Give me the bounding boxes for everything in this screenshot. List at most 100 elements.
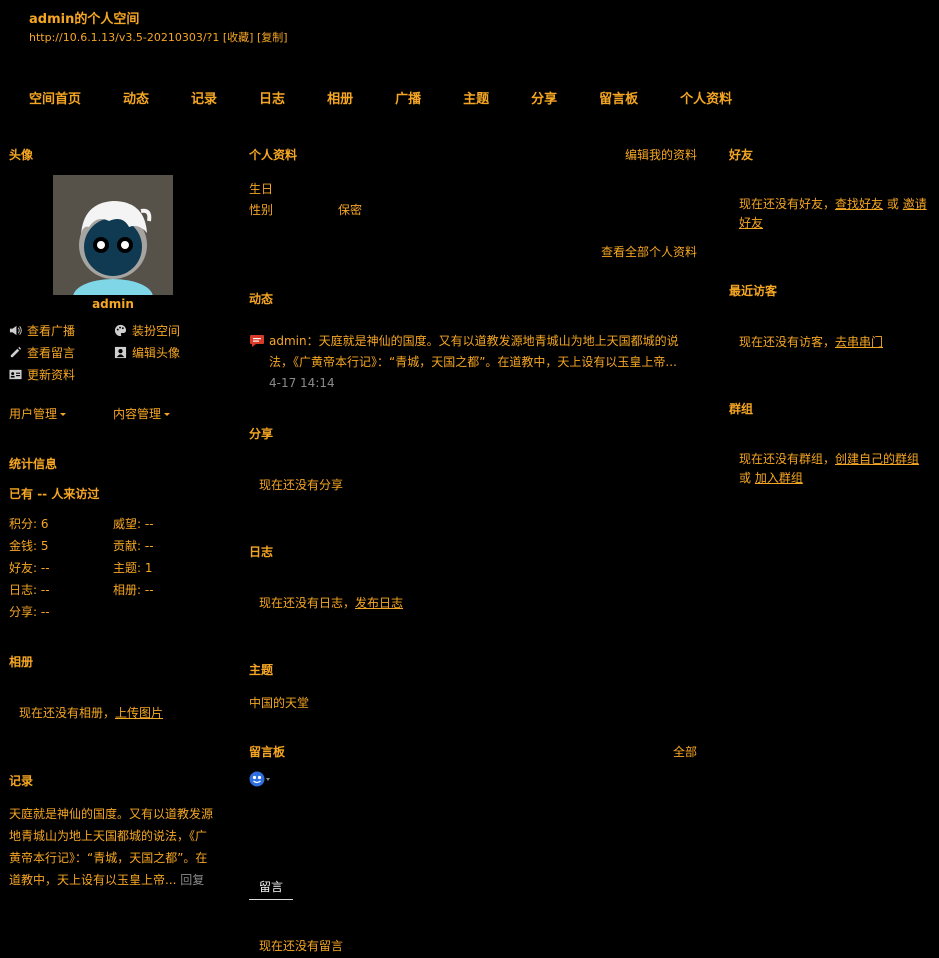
album-empty-text: 现在还没有相册， bbox=[19, 706, 116, 720]
profile-header: 个人资料 bbox=[249, 148, 298, 162]
speaker-icon bbox=[9, 325, 22, 336]
update-profile-action[interactable]: 更新资料 bbox=[9, 366, 75, 383]
share-header: 分享 bbox=[249, 427, 274, 441]
topic-header: 主题 bbox=[249, 663, 274, 677]
update-profile-label: 更新资料 bbox=[27, 368, 76, 382]
groups-empty-text: 现在还没有群组， bbox=[739, 452, 836, 466]
space-url-line: http://10.6.1.13/v3.5-20210303/?1 [收藏] [… bbox=[29, 29, 288, 45]
avatar-header: 头像 bbox=[9, 148, 34, 162]
user-manage-menu[interactable]: 用户管理 bbox=[9, 405, 67, 422]
space-nav: 空间首页 动态 记录 日志 相册 广播 主题 分享 留言板 个人资料 bbox=[29, 88, 774, 107]
visitors-suffix: 人来访过 bbox=[51, 487, 100, 501]
record-item: 天庭就是神仙的国度。又有以道教发源地青城山为地上天国都城的说法，《广黄帝本行记》… bbox=[9, 803, 216, 891]
visitors-prefix: 已有 bbox=[9, 487, 34, 501]
visitor-count-line: 已有 -- 人来访过 bbox=[9, 485, 99, 502]
post-blog-link[interactable]: 发布日志 bbox=[355, 596, 403, 610]
avatar[interactable] bbox=[53, 175, 173, 295]
feed-author[interactable]: admin bbox=[269, 334, 307, 348]
gender-label: 性别 bbox=[249, 203, 274, 217]
portrait-icon bbox=[114, 346, 127, 359]
nav-guestbook[interactable]: 留言板 bbox=[599, 88, 638, 107]
visitors-empty: 现在还没有访客，去串串门 bbox=[739, 333, 883, 350]
stat-value: -- bbox=[40, 605, 50, 619]
stat-label: 好友: bbox=[9, 561, 38, 575]
stat-label: 主题: bbox=[113, 561, 142, 575]
nav-record[interactable]: 记录 bbox=[191, 88, 217, 107]
avatar-image bbox=[53, 175, 173, 295]
edit-avatar-action[interactable]: 编辑头像 bbox=[114, 344, 180, 361]
blog-empty: 现在还没有日志，发布日志 bbox=[259, 594, 403, 611]
record-reply-link[interactable]: 回复 bbox=[180, 873, 204, 887]
find-friends-link[interactable]: 查找好友 bbox=[835, 197, 883, 211]
pencil-icon bbox=[10, 346, 22, 358]
emoji-picker[interactable] bbox=[249, 771, 270, 787]
stat-shares: 分享: -- bbox=[9, 603, 50, 620]
stat-label: 金钱: bbox=[9, 539, 38, 553]
space-title: admin的个人空间 bbox=[29, 12, 140, 27]
go-visit-link[interactable]: 去串串门 bbox=[835, 335, 883, 349]
create-group-link[interactable]: 创建自己的群组 bbox=[835, 452, 919, 466]
stat-value: -- bbox=[40, 561, 50, 575]
content-manage-menu[interactable]: 内容管理 bbox=[113, 405, 171, 422]
edit-avatar-label: 编辑头像 bbox=[132, 346, 181, 360]
friends-or: 或 bbox=[886, 197, 899, 211]
guestbook-all-link[interactable]: 全部 bbox=[673, 743, 697, 760]
stat-label: 威望: bbox=[113, 517, 142, 531]
nav-share[interactable]: 分享 bbox=[531, 88, 557, 107]
gender-value: 保密 bbox=[338, 203, 363, 217]
feed-time: 4-17 14:14 bbox=[269, 376, 335, 390]
guestbook-empty: 现在还没有留言 bbox=[259, 939, 344, 953]
avatar-username[interactable]: admin bbox=[53, 297, 173, 311]
comment-bubble-icon bbox=[250, 335, 264, 347]
feed-text: ：天庭就是神仙的国度。又有以道教发源地青城山为地上天国都城的说法，《广黄帝本行记… bbox=[269, 334, 679, 369]
album-empty: 现在还没有相册，上传图片 bbox=[19, 704, 163, 721]
copy-link[interactable]: [复制] bbox=[257, 31, 288, 44]
groups-or: 或 bbox=[739, 471, 752, 485]
nav-broadcast[interactable]: 广播 bbox=[395, 88, 421, 107]
nav-album[interactable]: 相册 bbox=[327, 88, 353, 107]
join-group-link[interactable]: 加入群组 bbox=[755, 471, 803, 485]
view-comments-label: 查看留言 bbox=[27, 346, 76, 360]
content-manage-label: 内容管理 bbox=[113, 407, 162, 421]
stats-header: 统计信息 bbox=[9, 457, 58, 471]
share-empty: 现在还没有分享 bbox=[259, 478, 344, 492]
dress-space-action[interactable]: 装扮空间 bbox=[114, 322, 180, 339]
nav-home[interactable]: 空间首页 bbox=[29, 88, 81, 107]
comment-tab[interactable]: 留言 bbox=[249, 873, 293, 900]
blog-header: 日志 bbox=[249, 545, 274, 559]
caret-down-icon bbox=[164, 413, 171, 416]
stat-value: -- bbox=[40, 583, 50, 597]
stat-prestige: 威望: -- bbox=[113, 515, 154, 532]
blog-empty-text: 现在还没有日志， bbox=[259, 596, 356, 610]
view-all-profile-link[interactable]: 查看全部个人资料 bbox=[601, 243, 697, 260]
topic-item[interactable]: 中国的天堂 bbox=[249, 694, 309, 711]
nav-topic[interactable]: 主题 bbox=[463, 88, 489, 107]
favorite-link[interactable]: [收藏] bbox=[223, 31, 254, 44]
upload-photo-link[interactable]: 上传图片 bbox=[115, 706, 163, 720]
groups-header: 群组 bbox=[729, 402, 754, 416]
visitors-value: -- bbox=[37, 487, 48, 501]
friends-header: 好友 bbox=[729, 148, 754, 162]
view-broadcast-action[interactable]: 查看广播 bbox=[9, 322, 75, 339]
nav-blog[interactable]: 日志 bbox=[259, 88, 285, 107]
nav-profile[interactable]: 个人资料 bbox=[680, 88, 732, 107]
id-card-icon bbox=[9, 369, 22, 380]
friends-empty-text: 现在还没有好友， bbox=[739, 197, 836, 211]
stat-blogs: 日志: -- bbox=[9, 581, 50, 598]
stat-contribution: 贡献: -- bbox=[113, 537, 154, 554]
visitors-empty-text: 现在还没有访客， bbox=[739, 335, 836, 349]
edit-profile-link[interactable]: 编辑我的资料 bbox=[625, 146, 697, 163]
stat-value: 5 bbox=[40, 539, 49, 553]
visitors-header: 最近访客 bbox=[729, 284, 778, 298]
view-comments-action[interactable]: 查看留言 bbox=[9, 344, 75, 361]
stat-topics: 主题: 1 bbox=[113, 559, 153, 576]
stat-money: 金钱: 5 bbox=[9, 537, 49, 554]
dress-space-label: 装扮空间 bbox=[132, 324, 181, 338]
album-header: 相册 bbox=[9, 655, 34, 669]
stat-value: -- bbox=[144, 539, 154, 553]
groups-empty: 现在还没有群组，创建自己的群组 或 加入群组 bbox=[739, 450, 934, 488]
palette-icon bbox=[114, 324, 127, 337]
record-header: 记录 bbox=[9, 774, 34, 788]
nav-feed[interactable]: 动态 bbox=[123, 88, 149, 107]
space-url: http://10.6.1.13/v3.5-20210303/?1 bbox=[29, 31, 220, 44]
